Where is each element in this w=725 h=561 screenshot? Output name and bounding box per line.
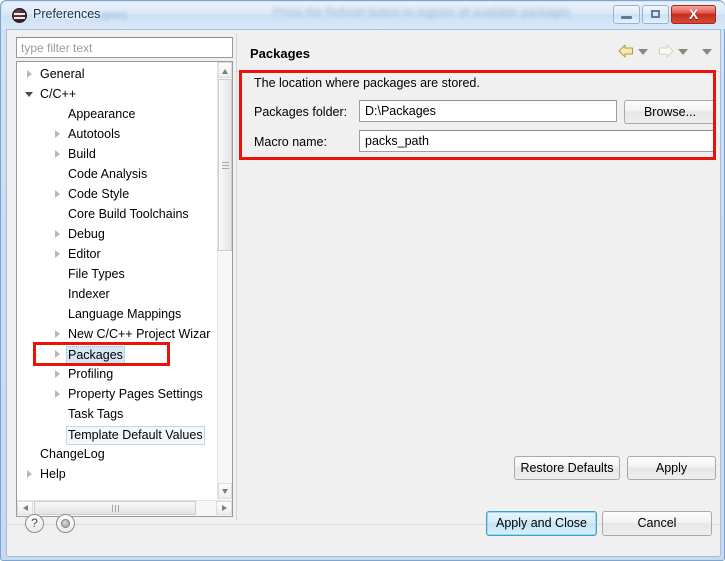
page-title: Packages — [250, 46, 310, 61]
tree-item-label: Packages — [66, 346, 125, 365]
tree-item-label: Language Mappings — [68, 307, 182, 321]
packages-folder-input[interactable] — [359, 100, 617, 122]
window-title: Preferences — [33, 7, 101, 21]
tree-item-label: File Types — [68, 267, 125, 281]
preferences-window: Press the Refresh button to register all… — [0, 0, 725, 561]
tree-item-label: Autotools — [68, 127, 121, 141]
preference-page-packages: Packages The location where packages are… — [236, 34, 719, 520]
tree-expand-arrow-right-icon[interactable] — [25, 470, 34, 479]
tree-item-label: Indexer — [68, 287, 110, 301]
maximize-button[interactable] — [642, 5, 669, 24]
tree-item-label: Profiling — [68, 367, 114, 381]
record-icon[interactable] — [56, 514, 75, 533]
tree-item-label: Debug — [68, 227, 105, 241]
cancel-button[interactable]: Cancel — [602, 511, 712, 536]
tree-item-label: Property Pages Settings — [68, 387, 203, 401]
apply-button[interactable]: Apply — [627, 456, 716, 480]
vertical-scrollbar-thumb[interactable] — [218, 79, 232, 251]
tree-item-label: C/C++ — [40, 87, 77, 101]
tree-item-label: Core Build Toolchains — [68, 207, 189, 221]
restore-defaults-button[interactable]: Restore Defaults — [514, 456, 620, 480]
tree-item-label: Editor — [68, 247, 101, 261]
tree-horizontal-scrollbar[interactable] — [17, 500, 232, 516]
tree-expand-arrow-right-icon[interactable] — [53, 370, 62, 379]
help-icon[interactable]: ? — [25, 514, 44, 533]
tree-item-label: Code Analysis — [68, 167, 148, 181]
tree-expand-arrow-right-icon[interactable] — [53, 150, 62, 159]
back-arrow-icon[interactable] — [618, 44, 634, 58]
scroll-up-arrow-icon[interactable] — [218, 62, 232, 78]
dialog-client-area: General C/C++ Appearance Autotools Build Code… — [6, 29, 721, 557]
forward-history-chevron-down-icon[interactable] — [678, 49, 688, 57]
scroll-left-arrow-icon[interactable] — [17, 501, 33, 515]
horizontal-scrollbar-thumb[interactable] — [34, 501, 196, 515]
eclipse-icon — [12, 8, 27, 23]
tree-items-container: General C/C++ Appearance Autotools Build Code… — [17, 62, 218, 499]
title-bar[interactable]: Press the Refresh button to register all… — [2, 2, 725, 29]
filter-input[interactable] — [16, 37, 233, 58]
tree-item-label: ChangeLog — [40, 447, 105, 461]
apply-and-close-button[interactable]: Apply and Close — [486, 511, 597, 536]
browse-button[interactable]: Browse... — [624, 100, 716, 124]
tree-item-label: New C/C++ Project Wizar — [68, 327, 211, 341]
macro-name-input[interactable] — [359, 130, 716, 152]
scroll-down-arrow-icon[interactable] — [218, 483, 232, 499]
tree-item-label: Task Tags — [68, 407, 124, 421]
tree-item-label: Code Style — [68, 187, 130, 201]
tree-expand-arrow-right-icon[interactable] — [53, 390, 62, 399]
preferences-tree[interactable]: General C/C++ Appearance Autotools Build Code… — [16, 61, 233, 517]
tree-item-label: Build — [68, 147, 96, 161]
tree-item-label: Help — [40, 467, 66, 481]
forward-arrow-icon[interactable] — [658, 44, 674, 58]
tree-vertical-scrollbar[interactable] — [217, 62, 232, 499]
tree-expand-arrow-right-icon[interactable] — [25, 70, 34, 79]
tree-item-label: General — [40, 67, 85, 81]
tree-expand-arrow-down-icon[interactable] — [25, 90, 34, 99]
packages-folder-label: Packages folder: — [254, 105, 348, 119]
tree-expand-arrow-right-icon[interactable] — [53, 330, 62, 339]
tree-expand-arrow-right-icon[interactable] — [53, 230, 62, 239]
background-window-text: Press the Refresh button to register all… — [273, 7, 571, 19]
title-divider — [237, 71, 719, 72]
back-history-chevron-down-icon[interactable] — [638, 49, 648, 57]
tree-item-label: Appearance — [68, 107, 136, 121]
close-button[interactable]: X — [671, 5, 716, 24]
tree-expand-arrow-right-icon[interactable] — [53, 190, 62, 199]
minimize-button[interactable] — [613, 5, 640, 24]
tree-expand-arrow-right-icon[interactable] — [53, 250, 62, 259]
page-description: The location where packages are stored. — [254, 76, 480, 90]
tree-item-label: Template Default Values — [66, 426, 205, 445]
macro-name-label: Macro name: — [254, 135, 327, 149]
view-menu-chevron-down-icon[interactable] — [702, 49, 712, 57]
tree-expand-arrow-right-icon[interactable] — [53, 130, 62, 139]
scroll-right-arrow-icon[interactable] — [216, 501, 232, 515]
tree-expand-arrow-right-icon[interactable] — [53, 350, 62, 359]
